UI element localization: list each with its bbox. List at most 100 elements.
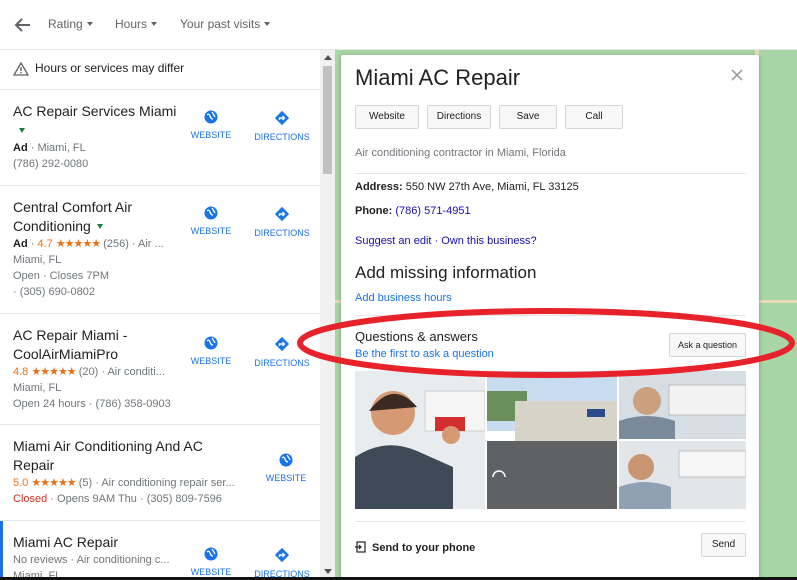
closed-status: Closed — [13, 493, 48, 505]
filter-past-visits[interactable]: Your past visits — [180, 17, 271, 31]
scrollbar-thumb[interactable] — [323, 66, 332, 174]
ask-question-button[interactable]: Ask a question — [669, 333, 746, 357]
chevron-down-icon — [264, 22, 271, 26]
send-button[interactable]: Send — [701, 533, 746, 557]
result-item[interactable]: AC Repair Services Miami Ad · Miami, FL … — [0, 90, 320, 186]
result-phone: · (305) 690-0802 — [13, 286, 95, 298]
divider — [355, 521, 746, 522]
address-row: Address: 550 NW 27th Ave, Miami, FL 3312… — [355, 181, 579, 193]
result-item[interactable]: Central Comfort Air Conditioning Ad · 4.… — [0, 186, 320, 314]
scroll-down-icon[interactable] — [324, 569, 332, 574]
directions-button[interactable]: Directions — [427, 105, 491, 129]
directions-icon — [274, 336, 290, 352]
directions-icon — [274, 110, 290, 126]
separator: · — [434, 235, 439, 247]
address-label: Address: — [355, 181, 403, 193]
result-title[interactable]: Miami AC Repair — [13, 533, 188, 552]
filter-bar: Rating Hours Your past visits — [0, 0, 797, 50]
website-button[interactable]: WEBSITE — [185, 547, 237, 577]
globe-icon — [204, 547, 218, 561]
globe-icon — [204, 110, 218, 124]
chevron-down-icon — [151, 22, 158, 26]
technician-photo-icon — [355, 371, 485, 509]
scroll-up-icon[interactable] — [324, 55, 332, 60]
suggest-edit-link[interactable]: Suggest an edit — [355, 235, 431, 247]
divider — [355, 315, 746, 316]
rating-value: 4.8 — [13, 366, 29, 378]
results-panel: Hours or services may differ AC Repair S… — [0, 50, 320, 580]
result-meta: Ad · Miami, FL — [13, 142, 86, 154]
result-hours: Open · Closes 7PM — [13, 270, 109, 282]
back-arrow-icon[interactable] — [12, 14, 34, 36]
ac-repair-photo-icon — [619, 441, 746, 509]
save-button[interactable]: Save — [499, 105, 557, 129]
send-to-phone-icon — [355, 541, 366, 553]
phone-row: Phone: (786) 571-4951 — [355, 205, 471, 217]
directions-button[interactable]: DIRECTIONS — [252, 547, 312, 579]
place-detail-card: Miami AC Repair Website Directions Save … — [341, 55, 759, 580]
chevron-down-icon — [86, 22, 93, 26]
phone-label: Phone: — [355, 205, 393, 217]
place-title: Miami AC Repair — [355, 65, 521, 90]
result-title[interactable]: Central Comfort Air Conditioning — [13, 198, 188, 236]
results-scrollbar[interactable] — [320, 50, 335, 580]
result-item[interactable]: Miami Air Conditioning And AC Repair 5.0… — [0, 425, 320, 521]
divider — [355, 173, 746, 174]
result-phone: (786) 292-0080 — [13, 158, 89, 170]
notice-text: Hours or services may differ — [35, 61, 185, 75]
result-meta: Ad · 4.7 ★★★★★ (256) · Air ... — [13, 238, 164, 250]
dropdown-icon — [96, 224, 103, 229]
ask-first-link[interactable]: Be the first to ask a question — [355, 348, 494, 360]
add-hours-row: Add business hours — [355, 292, 452, 304]
star-rating-icon: ★★★★★ — [31, 366, 76, 378]
directions-button[interactable]: DIRECTIONS — [252, 336, 312, 368]
address-value: 550 NW 27th Ave, Miami, FL 33125 — [405, 181, 579, 193]
photo-building[interactable] — [487, 371, 617, 509]
result-item-selected[interactable]: Miami AC Repair No reviews · Air conditi… — [0, 521, 320, 580]
result-hours: Closed · Opens 9AM Thu · (305) 809-7596 — [13, 493, 222, 505]
rating-value: 4.7 — [37, 238, 53, 250]
star-rating-icon: ★★★★★ — [55, 238, 101, 250]
add-hours-link[interactable]: Add business hours — [355, 292, 452, 304]
directions-button[interactable]: DIRECTIONS — [252, 110, 312, 142]
website-button[interactable]: WEBSITE — [260, 453, 312, 483]
star-rating-icon: ★★★★★ — [31, 477, 76, 489]
building-photo-icon — [487, 371, 617, 509]
result-title[interactable]: Miami Air Conditioning And AC Repair — [13, 437, 213, 475]
filter-rating[interactable]: Rating — [48, 17, 93, 31]
filter-hours[interactable]: Hours — [115, 17, 158, 31]
website-button[interactable]: WEBSITE — [185, 336, 237, 366]
edit-links: Suggest an edit · Own this business? — [355, 235, 537, 247]
place-category: Air conditioning contractor in Miami, Fl… — [355, 147, 566, 159]
phone-link[interactable]: (786) 571-4951 — [395, 205, 470, 217]
photo-ac-unit[interactable] — [619, 371, 746, 439]
result-title[interactable]: AC Repair Services Miami — [13, 102, 188, 140]
globe-icon — [204, 336, 218, 350]
ad-badge: Ad — [13, 142, 28, 154]
result-item[interactable]: AC Repair Miami - CoolAirMiamiPro 4.8 ★★… — [0, 314, 320, 425]
call-button[interactable]: Call — [565, 105, 623, 129]
hours-notice: Hours or services may differ — [0, 50, 320, 90]
photo-technician[interactable] — [355, 371, 485, 509]
photo-ac-repair[interactable] — [619, 441, 746, 509]
send-to-phone-row[interactable]: Send to your phone — [355, 541, 475, 554]
dropdown-icon — [19, 128, 25, 133]
ad-badge: Ad — [13, 238, 28, 250]
filter-rating-label: Rating — [48, 17, 83, 31]
filter-past-visits-label: Your past visits — [180, 17, 261, 31]
globe-icon — [279, 453, 293, 467]
result-title[interactable]: AC Repair Miami - CoolAirMiamiPro — [13, 326, 188, 364]
directions-icon — [274, 547, 290, 563]
result-hours: Open 24 hours · (786) 358-0903 — [13, 398, 171, 410]
own-business-link[interactable]: Own this business? — [441, 235, 536, 247]
close-icon[interactable] — [731, 69, 743, 81]
result-location: Miami, FL — [13, 254, 62, 266]
website-button[interactable]: Website — [355, 105, 419, 129]
warning-icon — [12, 61, 30, 76]
ac-unit-photo-icon — [619, 371, 746, 439]
website-button[interactable]: WEBSITE — [185, 206, 237, 236]
directions-button[interactable]: DIRECTIONS — [252, 206, 312, 238]
filter-hours-label: Hours — [115, 17, 148, 31]
website-button[interactable]: WEBSITE — [185, 110, 237, 140]
rating-value: 5.0 — [13, 477, 29, 489]
